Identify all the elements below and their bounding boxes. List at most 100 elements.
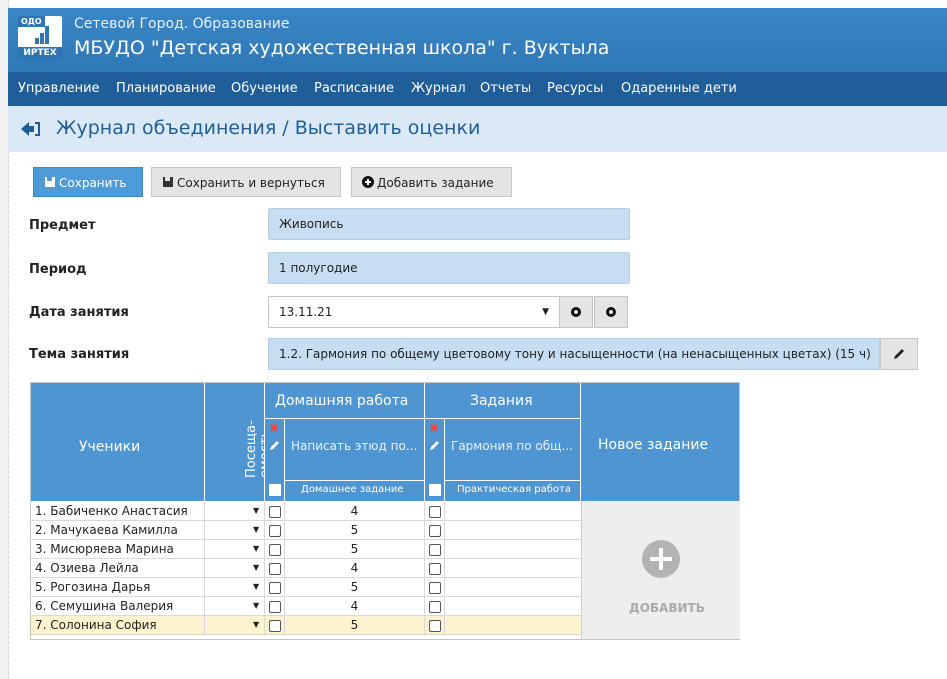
student-name: 2. Мачукаева Камилла — [31, 521, 205, 539]
menu-item-schedule[interactable]: Расписание — [314, 81, 394, 96]
menu-item-reports[interactable]: Отчеты — [480, 81, 531, 96]
row-checkbox[interactable] — [269, 506, 281, 518]
task-grade-cell[interactable] — [445, 578, 581, 596]
attendance-select[interactable]: ▼ — [205, 502, 265, 520]
task-grade-cell[interactable] — [445, 502, 581, 520]
students-header: Ученики — [31, 383, 205, 501]
main-menu: Управление Планирование Обучение Расписа… — [8, 72, 947, 106]
homework-grade-cell[interactable]: 5 — [285, 521, 425, 539]
pencil-icon[interactable] — [269, 439, 281, 451]
row-checkbox[interactable] — [429, 620, 441, 632]
new-task-header[interactable]: Новое задание — [581, 383, 739, 501]
row-checkbox[interactable] — [429, 525, 441, 537]
homework-grade-cell[interactable]: 5 — [285, 540, 425, 558]
task-grade-cell[interactable] — [445, 616, 581, 634]
homework-column-title[interactable]: Написать этюд по... — [285, 419, 425, 481]
date-select[interactable]: 13.11.21 ▼ — [268, 296, 560, 328]
homework-grade-cell[interactable]: 4 — [285, 597, 425, 615]
select-all-checkbox[interactable] — [429, 484, 441, 496]
menu-item-journal[interactable]: Журнал — [411, 81, 466, 96]
attendance-header: Посеща-емость — [205, 383, 273, 501]
save-button[interactable]: Сохранить — [33, 167, 143, 197]
save-return-label: Сохранить и вернуться — [177, 176, 325, 190]
task-grade-cell[interactable] — [445, 540, 581, 558]
task-grade-cell[interactable] — [445, 559, 581, 577]
next-date-button[interactable] — [594, 296, 628, 328]
save-return-button[interactable]: Сохранить и вернуться — [151, 167, 341, 197]
student-name: 4. Озиева Лейла — [31, 559, 205, 577]
homework-group-header: Домашняя работа — [265, 383, 425, 419]
dropdown-arrow-icon: ▼ — [542, 307, 549, 317]
dropdown-arrow-icon: ▼ — [253, 563, 260, 572]
attendance-select[interactable]: ▼ — [205, 559, 265, 577]
app-header: ОДО ИРТЕХ Сетевой Город. Образование МБУ… — [8, 8, 947, 72]
row-checkbox[interactable] — [269, 563, 281, 575]
add-task-panel[interactable]: ДОБАВИТЬ — [581, 501, 740, 639]
table-row: 5. Рогозина Дарья ▼ 5 — [31, 578, 581, 597]
add-label: ДОБАВИТЬ — [629, 601, 705, 615]
homework-checkbox-cell — [265, 540, 285, 558]
attendance-select[interactable]: ▼ — [205, 597, 265, 615]
homework-grade-cell[interactable]: 5 — [285, 578, 425, 596]
topic-label: Тема занятия — [29, 347, 130, 362]
row-checkbox[interactable] — [429, 582, 441, 594]
edit-topic-button[interactable] — [880, 338, 918, 370]
pencil-icon[interactable] — [429, 439, 441, 451]
dropdown-arrow-icon: ▼ — [253, 525, 260, 534]
task-checkbox-cell — [425, 578, 445, 596]
homework-grade-cell[interactable]: 4 — [285, 502, 425, 520]
homework-checkbox-cell — [265, 578, 285, 596]
dropdown-arrow-icon: ▼ — [253, 601, 260, 610]
attendance-select[interactable]: ▼ — [205, 616, 265, 634]
row-checkbox[interactable] — [269, 582, 281, 594]
select-all-checkbox[interactable] — [269, 484, 281, 496]
menu-item-learning[interactable]: Обучение — [231, 81, 298, 96]
row-checkbox[interactable] — [429, 506, 441, 518]
task-column-type: Практическая работа — [445, 481, 581, 501]
student-name: 7. Солонина София — [31, 616, 205, 634]
task-checkbox-cell — [425, 616, 445, 634]
homework-tools: ✖ — [265, 419, 285, 501]
attendance-select[interactable]: ▼ — [205, 578, 265, 596]
grades-table: Ученики Посеща-емость Домашняя работа За… — [30, 382, 740, 640]
menu-item-planning[interactable]: Планирование — [116, 81, 216, 96]
menu-item-gifted-children[interactable]: Одаренные дети — [621, 81, 737, 96]
subject-label: Предмет — [29, 218, 96, 233]
task-checkbox-cell — [425, 559, 445, 577]
task-column-title[interactable]: Гармония по общ... — [445, 419, 581, 481]
row-checkbox[interactable] — [269, 601, 281, 613]
period-label: Период — [29, 262, 87, 277]
row-checkbox[interactable] — [429, 544, 441, 556]
student-name: 3. Мисюряева Марина — [31, 540, 205, 558]
delete-column-icon[interactable]: ✖ — [269, 421, 279, 435]
add-task-button[interactable]: Добавить задание — [351, 167, 512, 197]
circle-arrow-right-icon — [606, 307, 616, 317]
menu-item-management[interactable]: Управление — [18, 81, 100, 96]
table-row: 7. Солонина София ▼ 5 — [31, 616, 581, 635]
table-row: 6. Семушина Валерия ▼ 4 — [31, 597, 581, 616]
task-grade-cell[interactable] — [445, 521, 581, 539]
subject-field: Живопись — [268, 208, 630, 240]
homework-grade-cell[interactable]: 4 — [285, 559, 425, 577]
prev-date-button[interactable] — [559, 296, 593, 328]
table-row: 3. Мисюряева Марина ▼ 5 — [31, 540, 581, 559]
row-checkbox[interactable] — [269, 544, 281, 556]
back-arrow-icon[interactable] — [20, 119, 40, 139]
row-checkbox[interactable] — [269, 525, 281, 537]
attendance-select[interactable]: ▼ — [205, 540, 265, 558]
task-grade-cell[interactable] — [445, 597, 581, 615]
row-checkbox[interactable] — [429, 601, 441, 613]
page-titlebar: Журнал объединения / Выставить оценки — [8, 106, 947, 152]
page-title: Журнал объединения / Выставить оценки — [56, 117, 481, 139]
menu-item-resources[interactable]: Ресурсы — [547, 81, 603, 96]
date-value: 13.11.21 — [279, 305, 333, 319]
student-name: 6. Семушина Валерия — [31, 597, 205, 615]
delete-column-icon[interactable]: ✖ — [429, 421, 439, 435]
task-checkbox-cell — [425, 540, 445, 558]
homework-grade-cell[interactable]: 5 — [285, 616, 425, 634]
row-checkbox[interactable] — [269, 620, 281, 632]
app-subtitle: Сетевой Город. Образование — [74, 16, 290, 32]
attendance-select[interactable]: ▼ — [205, 521, 265, 539]
row-checkbox[interactable] — [429, 563, 441, 575]
logo[interactable]: ОДО ИРТЕХ — [18, 16, 62, 60]
